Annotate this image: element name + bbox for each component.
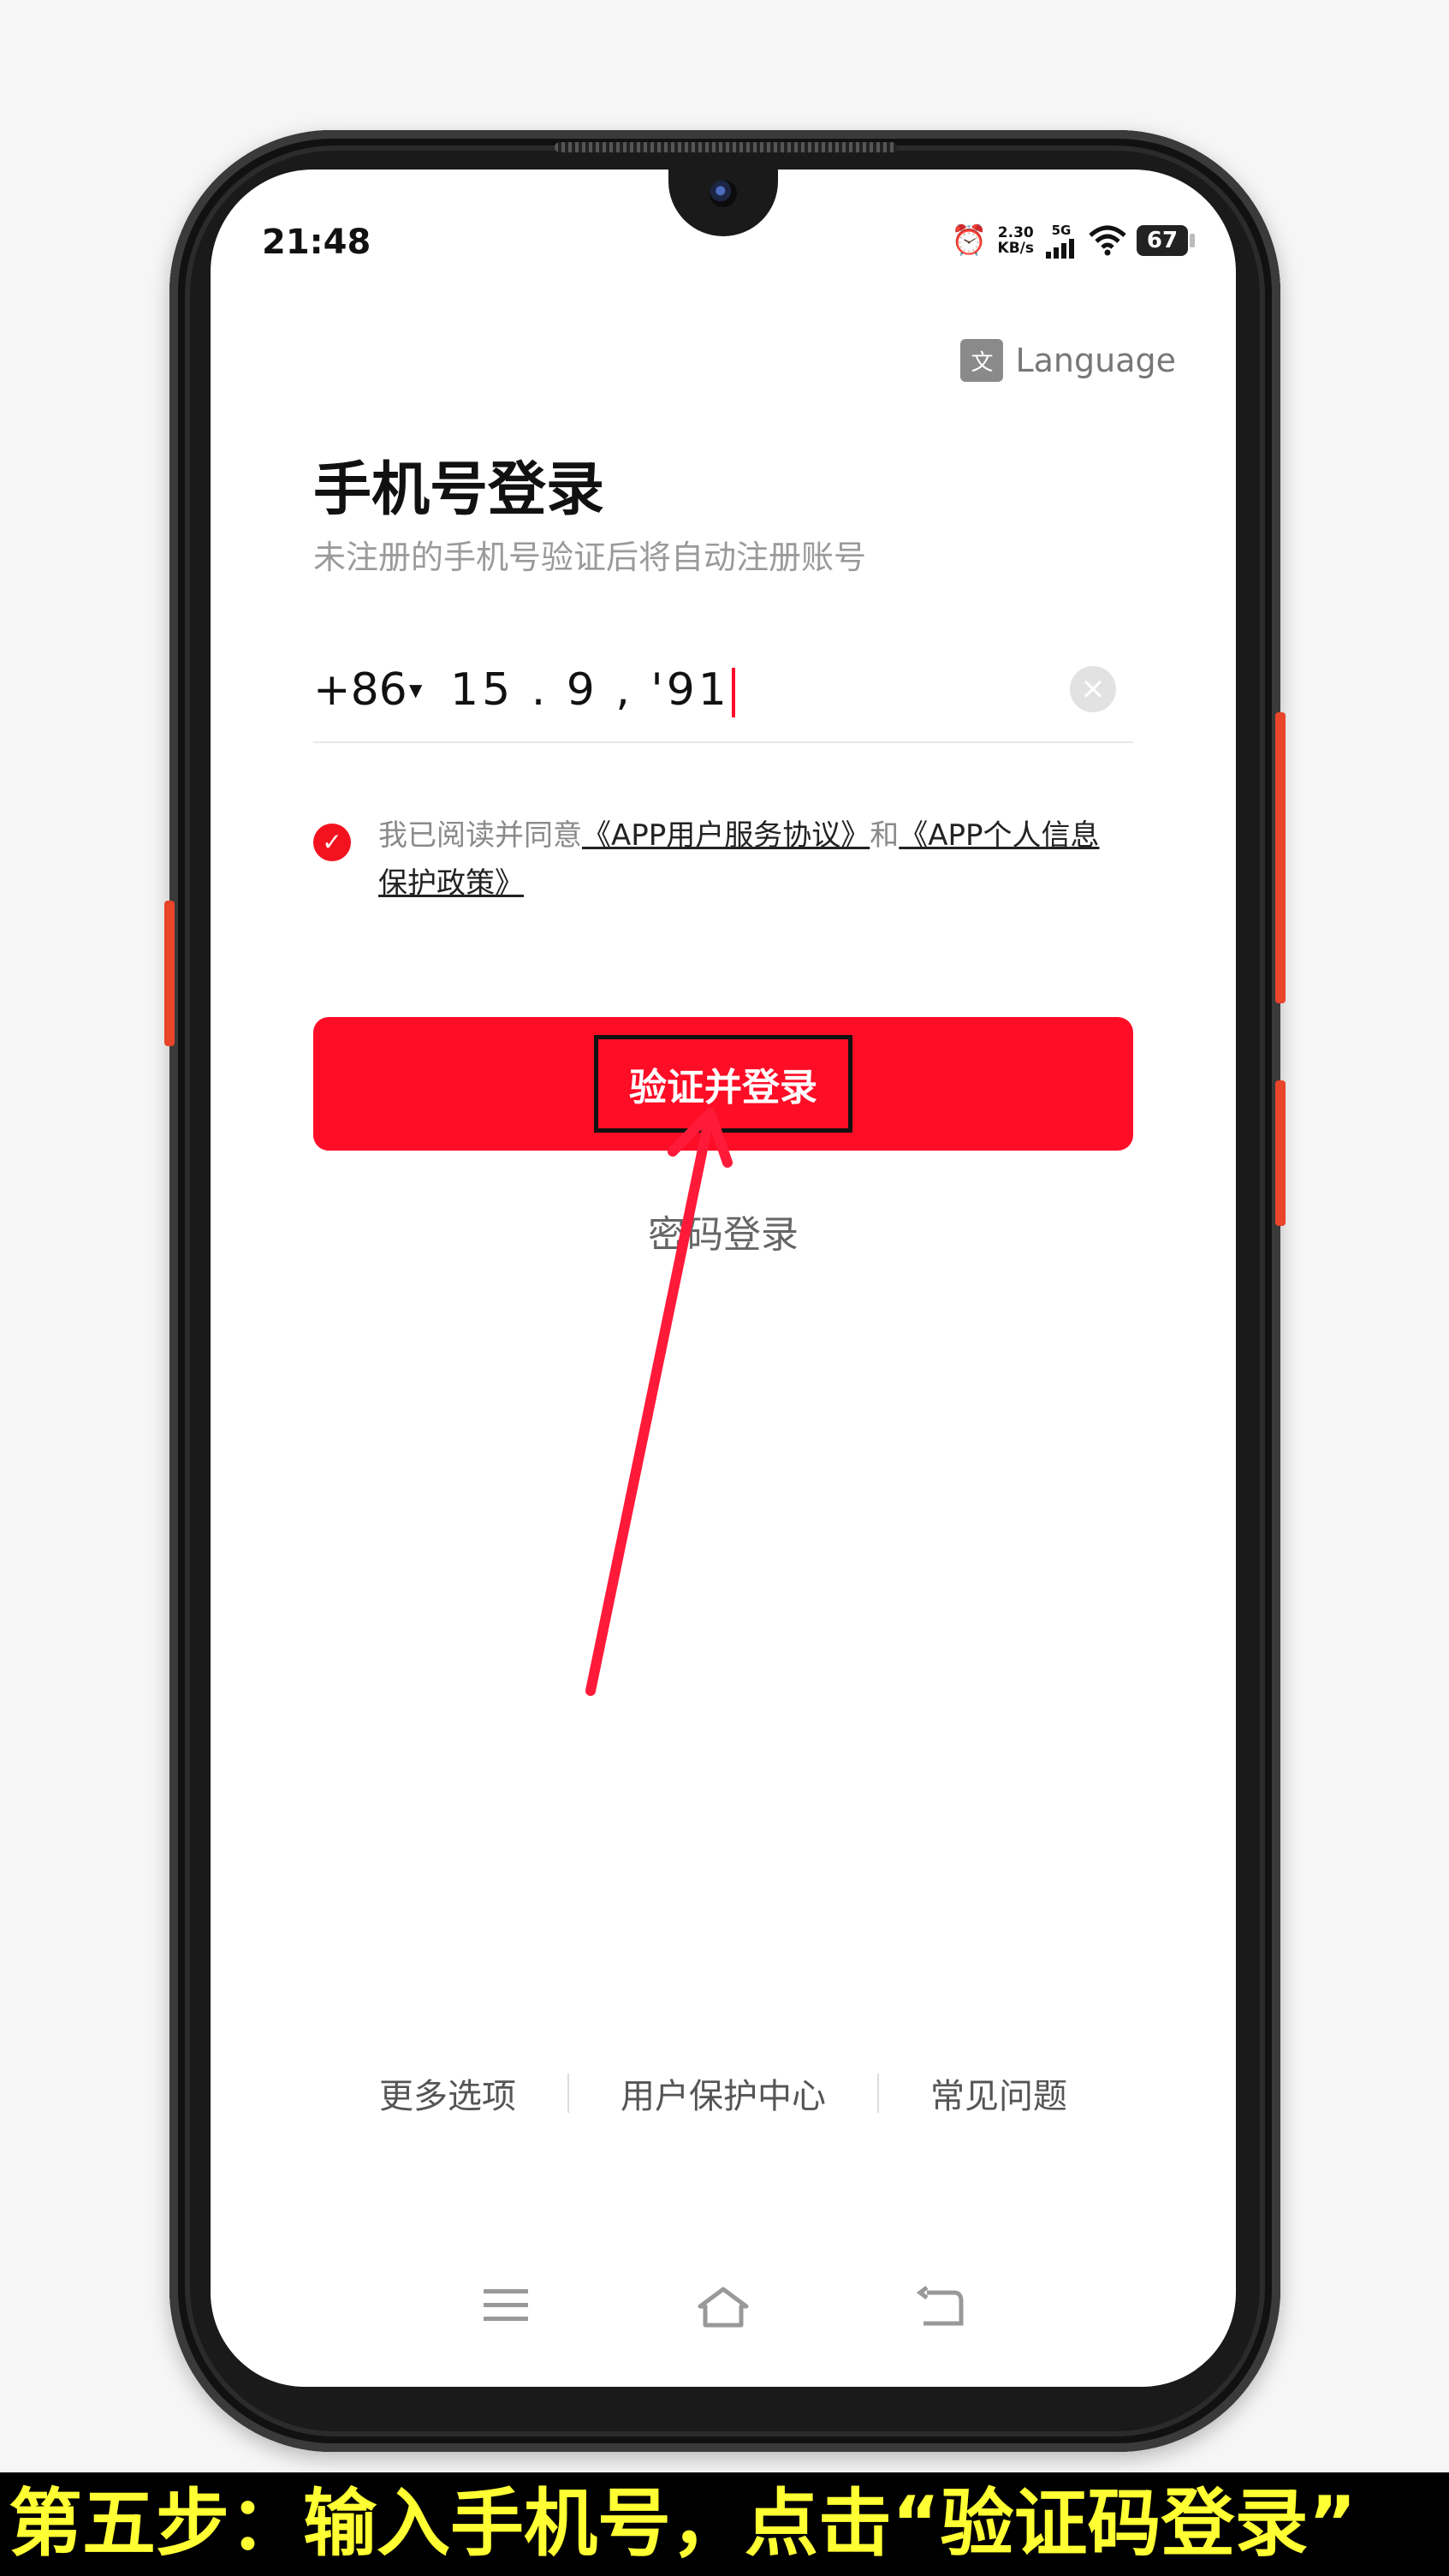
translate-icon: 文 xyxy=(960,339,1004,382)
phone-frame: 21:48 ⏰ 2.30 KB/s 5G 67 文 Language 手机号登录… xyxy=(164,130,1286,2452)
alarm-icon: ⏰ xyxy=(951,223,988,258)
verify-login-label: 验证并登录 xyxy=(594,1035,852,1133)
agreement-text: 我已阅读并同意《APP用户服务协议》和《APP个人信息 保护政策》 xyxy=(378,818,1100,901)
phone-screen: 21:48 ⏰ 2.30 KB/s 5G 67 文 Language 手机号登录… xyxy=(211,170,1236,2387)
side-button-right-lower xyxy=(1275,1080,1286,1226)
password-login-link[interactable]: 密码登录 xyxy=(211,1204,1236,1258)
phone-number-field[interactable]: 15 . 9 , '91 xyxy=(450,664,735,717)
system-nav-bar xyxy=(211,2284,1236,2330)
front-camera-icon xyxy=(710,180,737,207)
side-button-right-upper xyxy=(1275,712,1286,1003)
more-options-link[interactable]: 更多选项 xyxy=(328,2068,567,2118)
text-cursor xyxy=(731,668,735,717)
page-title: 手机号登录 xyxy=(313,456,605,524)
status-icons: ⏰ 2.30 KB/s 5G 67 xyxy=(951,219,1195,262)
menu-icon[interactable] xyxy=(480,2284,531,2327)
page-subtitle: 未注册的手机号验证后将自动注册账号 xyxy=(313,538,867,576)
back-icon[interactable] xyxy=(915,2284,966,2330)
phone-input-row[interactable]: +86 ▼ 15 . 9 , '91 × xyxy=(313,656,1133,743)
caret-down-icon[interactable]: ▼ xyxy=(409,680,422,700)
country-code-selector[interactable]: +86 xyxy=(313,664,407,716)
battery-icon: 67 xyxy=(1137,225,1195,256)
wifi-icon xyxy=(1089,225,1126,256)
instruction-caption: 第五步：输入手机号，点击“验证码登录” xyxy=(0,2472,1449,2576)
clear-input-icon[interactable]: × xyxy=(1070,666,1116,712)
agreement-checkbox[interactable]: ✓ xyxy=(313,824,351,861)
footer-links: 更多选项 用户保护中心 常见问题 xyxy=(211,2068,1236,2118)
signal-icon: 5G xyxy=(1044,223,1078,259)
side-button-left xyxy=(164,901,175,1046)
speaker-grille xyxy=(555,142,897,152)
user-protection-center-link[interactable]: 用户保护中心 xyxy=(569,2068,877,2118)
language-button[interactable]: 文 Language xyxy=(960,339,1176,382)
network-speed: 2.30 KB/s xyxy=(997,224,1034,257)
status-time: 21:48 xyxy=(262,223,371,262)
language-label: Language xyxy=(1015,342,1176,379)
verify-login-button[interactable]: 验证并登录 xyxy=(313,1017,1133,1151)
faq-link[interactable]: 常见问题 xyxy=(879,2068,1119,2118)
service-agreement-link[interactable]: 《APP用户服务协议》 xyxy=(582,818,870,853)
camera-notch xyxy=(668,170,778,236)
home-icon[interactable] xyxy=(693,2284,753,2330)
